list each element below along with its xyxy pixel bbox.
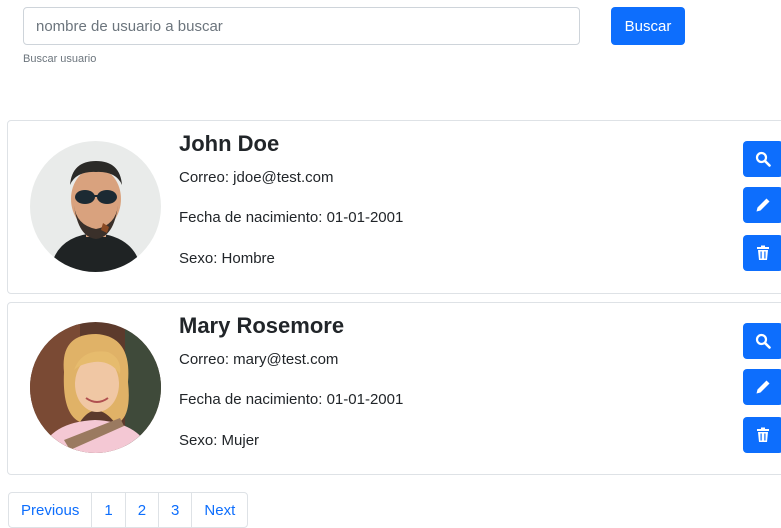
search-icon bbox=[755, 151, 771, 167]
view-user-button[interactable] bbox=[743, 141, 781, 177]
user-card: John Doe Correo: jdoe@test.com Fecha de … bbox=[7, 120, 781, 294]
view-user-button[interactable] bbox=[743, 323, 781, 359]
pagination: Previous 1 2 3 Next bbox=[8, 492, 249, 528]
edit-user-button[interactable] bbox=[743, 187, 781, 223]
user-email: Correo: jdoe@test.com bbox=[179, 169, 334, 186]
edit-user-button[interactable] bbox=[743, 369, 781, 405]
user-birthdate: Fecha de nacimiento: 01-01-2001 bbox=[179, 391, 404, 408]
search-button[interactable]: Buscar bbox=[611, 7, 685, 45]
user-email: Correo: mary@test.com bbox=[179, 351, 339, 368]
user-name: Mary Rosemore bbox=[179, 313, 345, 338]
avatar bbox=[30, 141, 161, 272]
user-birthdate: Fecha de nacimiento: 01-01-2001 bbox=[179, 209, 404, 226]
trash-icon bbox=[757, 427, 769, 442]
search-input[interactable] bbox=[23, 7, 580, 45]
search-help-text: Buscar usuario bbox=[23, 53, 97, 65]
pagination-previous[interactable]: Previous bbox=[9, 493, 91, 527]
pencil-icon bbox=[756, 198, 770, 212]
pagination-page-3[interactable]: 3 bbox=[158, 493, 191, 527]
avatar bbox=[30, 322, 161, 453]
delete-user-button[interactable] bbox=[743, 235, 781, 271]
pencil-icon bbox=[756, 380, 770, 394]
pagination-page-2[interactable]: 2 bbox=[124, 493, 158, 527]
user-sex: Sexo: Hombre bbox=[179, 250, 275, 267]
trash-icon bbox=[757, 245, 769, 260]
pagination-page-1[interactable]: 1 bbox=[91, 493, 124, 527]
pagination-next[interactable]: Next bbox=[191, 493, 247, 527]
search-icon bbox=[755, 333, 771, 349]
user-card: Mary Rosemore Correo: mary@test.com Fech… bbox=[7, 302, 781, 475]
user-name: John Doe bbox=[179, 131, 280, 156]
delete-user-button[interactable] bbox=[743, 417, 781, 453]
user-sex: Sexo: Mujer bbox=[179, 432, 260, 449]
